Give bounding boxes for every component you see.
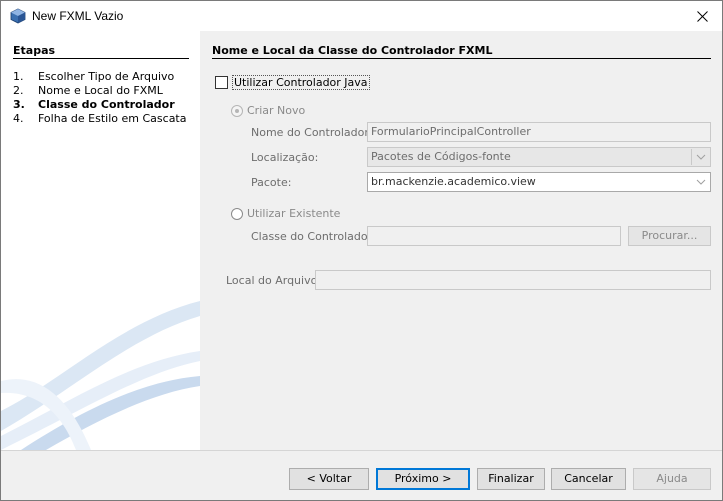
dialog-window: New FXML Vazio Etapas 1. Escolher Tipo de… — [0, 0, 723, 501]
title-divider — [212, 58, 711, 59]
create-new-label: Criar Novo — [247, 104, 306, 117]
step-label: Folha de Estilo em Cascata — [38, 112, 187, 125]
help-button[interactable]: Ajuda — [633, 468, 711, 490]
chevron-down-icon — [696, 154, 706, 160]
steps-panel: Etapas 1. Escolher Tipo de Arquivo 2. Nome… — [1, 31, 200, 450]
controller-class-label: Classe do Controlador: — [251, 230, 376, 243]
step-label: Classe do Controlador — [38, 98, 175, 111]
next-button[interactable]: Próximo > — [376, 468, 470, 490]
use-controller-row[interactable]: Utilizar Controlador Java — [215, 75, 370, 90]
combo-separator — [691, 149, 692, 165]
footer-divider — [1, 450, 722, 451]
use-controller-label: Utilizar Controlador Java — [232, 75, 370, 90]
step-label: Nome e Local do FXML — [38, 84, 163, 97]
location-value: Pacotes de Códigos-fonte — [371, 150, 511, 163]
cancel-button[interactable]: Cancelar — [551, 468, 626, 490]
use-existing-label: Utilizar Existente — [247, 207, 341, 220]
content-panel: Nome e Local da Classe do Controlador FX… — [200, 31, 722, 450]
step-label: Escolher Tipo de Arquivo — [38, 70, 175, 83]
window-title: New FXML Vazio — [32, 9, 124, 23]
controller-name-label: Nome do Controlador: — [251, 126, 373, 139]
browse-button[interactable]: Procurar... — [628, 226, 711, 246]
back-button[interactable]: < Voltar — [289, 468, 369, 490]
finish-button[interactable]: Finalizar — [477, 468, 545, 490]
controller-name-field[interactable]: FormularioPrincipalController — [367, 122, 711, 142]
chevron-down-icon — [696, 179, 706, 185]
package-select[interactable]: br.mackenzie.academico.view — [367, 172, 711, 192]
page-title: Nome e Local da Classe do Controlador FX… — [212, 44, 493, 57]
close-icon — [696, 10, 708, 22]
use-existing-row[interactable]: Utilizar Existente — [231, 207, 340, 220]
step-item: 2. Nome e Local do FXML — [13, 84, 186, 98]
step-number: 1. — [13, 70, 24, 83]
step-item: 1. Escolher Tipo de Arquivo — [13, 70, 186, 84]
create-new-row[interactable]: Criar Novo — [231, 104, 305, 117]
location-label: Localização: — [251, 151, 319, 164]
steps-list: 1. Escolher Tipo de Arquivo 2. Nome e Loca… — [13, 70, 186, 126]
create-new-radio[interactable] — [231, 104, 243, 117]
controller-class-field[interactable] — [367, 226, 621, 246]
step-number: 2. — [13, 84, 24, 97]
location-select[interactable]: Pacotes de Códigos-fonte — [367, 147, 711, 167]
step-number: 4. — [13, 112, 24, 125]
use-existing-radio[interactable] — [231, 207, 243, 220]
step-item: 4. Folha de Estilo em Cascata — [13, 112, 186, 126]
close-button[interactable] — [682, 1, 722, 31]
netbeans-cube-icon — [10, 8, 26, 24]
package-value: br.mackenzie.academico.view — [371, 175, 536, 188]
use-controller-checkbox[interactable] — [215, 76, 228, 89]
wizard-swoosh-graphic — [1, 301, 200, 450]
file-location-label: Local do Arquivo: — [226, 274, 322, 287]
steps-divider — [13, 58, 189, 59]
package-label: Pacote: — [251, 176, 292, 189]
title-bar: New FXML Vazio — [1, 1, 722, 31]
steps-heading: Etapas — [13, 44, 56, 57]
file-location-field[interactable] — [315, 270, 711, 290]
step-number: 3. — [13, 98, 25, 111]
step-item-current: 3. Classe do Controlador — [13, 98, 186, 112]
